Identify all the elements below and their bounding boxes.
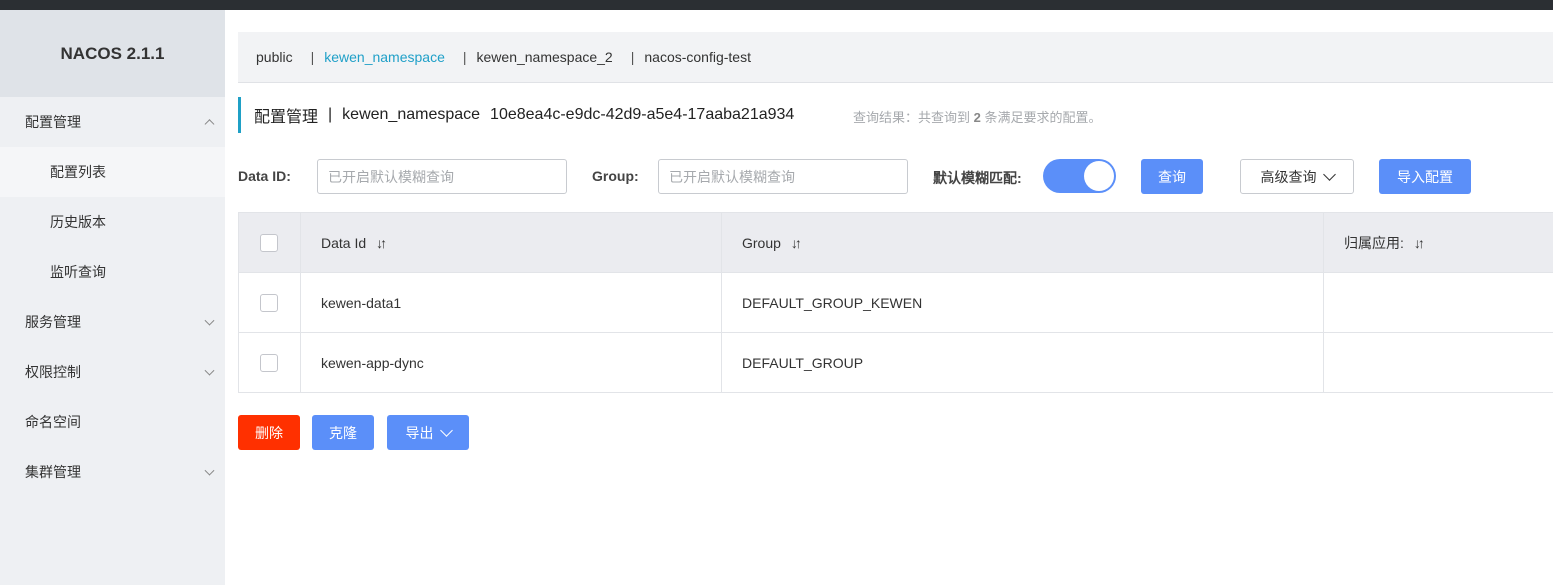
header-data-id[interactable]: Data Id ↓↑ [301,213,722,272]
sidebar-item-cluster-management[interactable]: 集群管理 [0,447,225,497]
sidebar-item-listener-query[interactable]: 监听查询 [0,247,225,297]
advanced-query-button[interactable]: 高级查询 [1240,159,1354,194]
table-row: kewen-data1 DEFAULT_GROUP_KEWEN [238,273,1553,333]
namespace-separator: | [310,49,315,65]
namespace-bar: public | kewen_namespace | kewen_namespa… [238,32,1553,83]
sort-icon[interactable]: ↓↑ [791,235,802,251]
import-config-button[interactable]: 导入配置 [1379,159,1471,194]
advanced-query-label: 高级查询 [1260,168,1317,185]
column-header: Group [742,234,781,251]
query-result-suffix: 条满足要求的配置。 [980,110,1102,125]
group-label: Group: [592,168,639,184]
clone-button[interactable]: 克隆 [312,415,374,450]
table-header: Data Id ↓↑ Group ↓↑ 归属应用: ↓↑ [238,213,1553,273]
sidebar-item-service-management[interactable]: 服务管理 [0,297,225,347]
row-checkbox[interactable] [260,293,278,312]
query-result-count: 2 [973,110,981,125]
sidebar-item-label: 配置列表 [50,165,106,181]
chevron-down-icon [1322,167,1336,181]
sidebar: NACOS 2.1.1 配置管理 配置列表 历史版本 监听查询 服务管理 权限控… [0,10,225,585]
row-checkbox-cell [238,273,301,332]
row-checkbox-cell [238,333,301,392]
namespace-kewen-namespace-2[interactable]: kewen_namespace_2 [477,49,613,65]
fuzzy-match-label: 默认模糊匹配: [933,170,1022,186]
cell-data-id: kewen-data1 [301,273,722,332]
cell-app [1324,333,1553,392]
namespace-separator: | [462,49,467,65]
sidebar-item-label: 权限控制 [25,365,81,381]
chevron-down-icon [204,365,215,376]
config-table: Data Id ↓↑ Group ↓↑ 归属应用: ↓↑ kewen-data1… [238,212,1553,393]
chevron-down-icon [439,423,453,437]
sidebar-item-config-list[interactable]: 配置列表 [0,147,225,197]
header-group[interactable]: Group ↓↑ [722,213,1324,272]
export-button[interactable]: 导出 [387,415,469,450]
title-namespace-id: 10e8ea4c-e9dc-42d9-a5e4-17aaba21a934 [490,106,795,123]
title-separator: | [328,106,333,123]
namespace-nacos-config-test[interactable]: nacos-config-test [644,49,751,65]
fuzzy-match-toggle[interactable] [1043,159,1116,193]
chevron-down-icon [204,315,215,326]
sidebar-item-access-control[interactable]: 权限控制 [0,347,225,397]
namespace-separator: | [630,49,635,65]
data-id-label: Data ID: [238,168,291,184]
sort-icon[interactable]: ↓↑ [1414,235,1425,251]
sidebar-item-label: 监听查询 [50,265,106,281]
sidebar-item-label: 历史版本 [50,215,106,231]
chevron-down-icon [204,465,215,476]
sidebar-item-history[interactable]: 历史版本 [0,197,225,247]
query-result-text: 查询结果：共查询到 2 条满足要求的配置。 [853,107,1101,126]
header-app[interactable]: 归属应用: ↓↑ [1324,213,1553,272]
cell-data-id: kewen-app-dync [301,333,722,392]
delete-button[interactable]: 删除 [238,415,300,450]
sidebar-item-config-management[interactable]: 配置管理 [0,97,225,147]
select-all-checkbox[interactable] [260,233,278,252]
namespace-kewen-namespace[interactable]: kewen_namespace [324,49,445,65]
sidebar-item-namespace[interactable]: 命名空间 [0,397,225,447]
sort-icon[interactable]: ↓↑ [376,235,387,251]
cell-app [1324,273,1553,332]
top-bar [0,0,1553,10]
column-header: Data Id [321,234,367,251]
sidebar-item-label: 配置管理 [25,115,81,131]
title-namespace: kewen_namespace [342,106,481,123]
query-button[interactable]: 查询 [1141,159,1203,194]
group-input[interactable] [658,159,908,194]
namespace-public[interactable]: public [256,49,293,65]
column-header: 归属应用: [1344,234,1404,251]
data-id-input[interactable] [317,159,567,194]
row-checkbox[interactable] [260,353,278,372]
chevron-up-icon [204,119,215,130]
title-section: 配置管理 [254,109,319,126]
query-result-prefix: 查询结果：共查询到 [853,110,974,125]
header-checkbox-cell [238,213,301,272]
sidebar-item-label: 服务管理 [25,315,81,331]
cell-group: DEFAULT_GROUP [722,333,1324,392]
toggle-knob [1084,161,1114,191]
cell-group: DEFAULT_GROUP_KEWEN [722,273,1324,332]
brand-logo: NACOS 2.1.1 [0,10,225,97]
sidebar-item-label: 集群管理 [25,465,81,481]
sidebar-item-label: 命名空间 [25,415,81,431]
table-row: kewen-app-dync DEFAULT_GROUP [238,333,1553,393]
page-title: 配置管理 | kewen_namespace 10e8ea4c-e9dc-42d… [238,97,794,133]
export-label: 导出 [405,424,434,441]
